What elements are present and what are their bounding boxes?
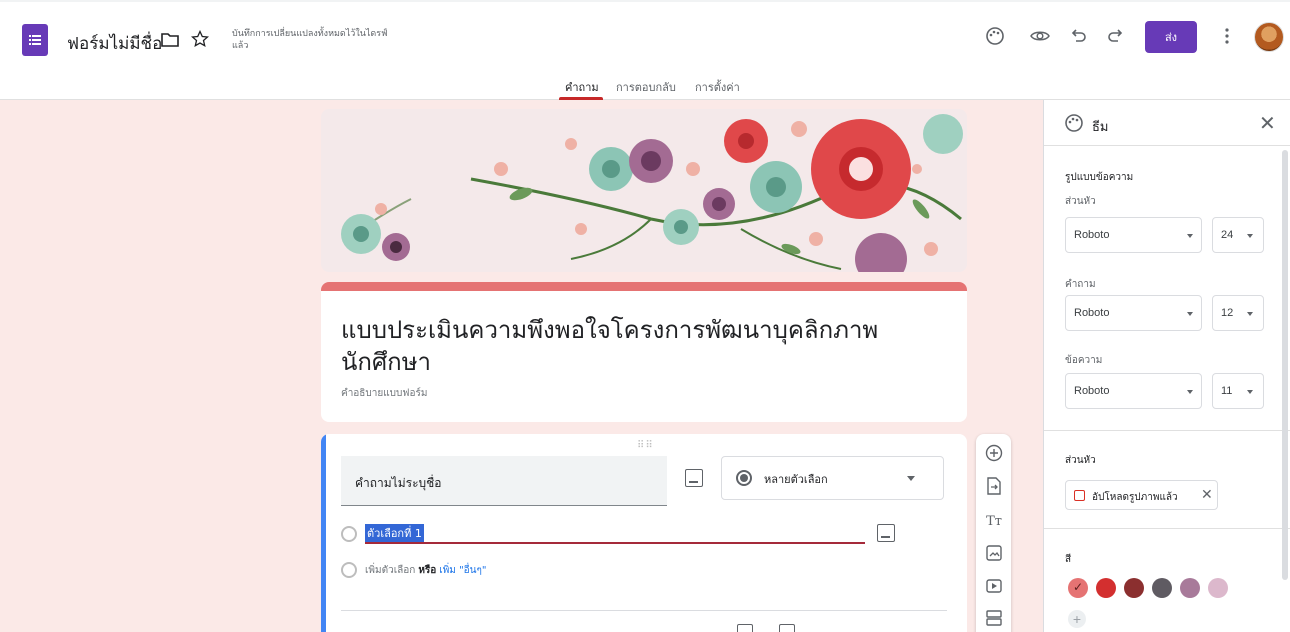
text-font-label: ข้อความ [1065, 355, 1103, 366]
uploaded-image-chip[interactable]: อัปโหลดรูปภาพแล้ว ✕ [1065, 480, 1218, 510]
color-swatch-gray[interactable] [1152, 578, 1172, 598]
add-video-icon[interactable] [985, 577, 1003, 595]
header-font-value: Roboto [1074, 229, 1110, 241]
header-banner-image [321, 109, 967, 272]
add-other-link[interactable]: เพิ่ม "อื่นๆ" [439, 565, 486, 576]
add-section-icon[interactable] [985, 609, 1003, 627]
question-font-select[interactable]: Roboto [1065, 295, 1202, 331]
folder-icon[interactable] [158, 28, 182, 52]
header-font-select[interactable]: Roboto [1065, 217, 1202, 253]
question-font-label: คำถาม [1065, 279, 1096, 290]
question-size-select[interactable]: 12 [1212, 295, 1264, 331]
form-name[interactable]: ฟอร์มไม่มีชื่อ [67, 30, 162, 57]
add-custom-color-icon[interactable]: + [1068, 610, 1086, 628]
text-size-select[interactable]: 11 [1212, 373, 1264, 409]
question-size-value: 12 [1221, 307, 1234, 319]
question-card[interactable]: ⠿⠿ คำถามไม่ระบุชื่อ หลายตัวเลือก ตัวเลือ… [321, 434, 967, 632]
redo-icon[interactable] [1103, 24, 1127, 48]
active-tab-indicator [559, 97, 603, 100]
form-heading[interactable]: แบบประเมินความพึงพอใจโครงการพัฒนาบุคลิกภ… [341, 314, 941, 378]
star-icon[interactable] [188, 27, 212, 51]
add-image-icon[interactable] [685, 469, 703, 487]
form-title-card[interactable]: แบบประเมินความพึงพอใจโครงการพัฒนาบุคลิกภ… [321, 282, 967, 422]
form-description[interactable]: คำอธิบายแบบฟอร์ม [341, 386, 427, 401]
send-button[interactable]: ส่ง [1145, 21, 1197, 53]
add-image-toolbar-icon[interactable] [985, 544, 1003, 562]
color-swatch-coral[interactable] [1068, 578, 1088, 598]
question-footer-divider [341, 610, 947, 611]
add-title-icon[interactable]: Tт [985, 512, 1003, 530]
delete-icon[interactable] [779, 624, 795, 632]
top-bar: ฟอร์มไม่มีชื่อ บันทึกการเปลี่ยนแปลงทั้งห… [0, 0, 1290, 100]
panel-divider [1044, 528, 1290, 529]
radio-type-icon [736, 470, 752, 486]
chevron-down-icon [1247, 234, 1253, 238]
theme-panel-header: ธีม ✕ [1044, 100, 1290, 146]
text-font-value: Roboto [1074, 385, 1110, 397]
tab-questions[interactable]: คำถาม [565, 78, 599, 96]
option-1-input[interactable]: ตัวเลือกที่ 1 [365, 522, 865, 544]
tab-bar: คำถาม การตอบกลับ การตั้งค่า [0, 76, 1290, 100]
palette-icon [1062, 111, 1086, 135]
preview-icon[interactable] [1028, 24, 1052, 48]
add-question-icon[interactable] [985, 444, 1003, 462]
palette-icon[interactable] [983, 24, 1007, 48]
undo-icon[interactable] [1067, 24, 1091, 48]
question-title-text: คำถามไม่ระบุชื่อ [355, 476, 442, 490]
option-radio-icon [341, 526, 357, 542]
panel-divider [1044, 430, 1290, 431]
color-swatch-mauve[interactable] [1180, 578, 1200, 598]
question-type-label: หลายตัวเลือก [764, 473, 828, 486]
uploaded-image-text: อัปโหลดรูปภาพแล้ว [1092, 492, 1178, 503]
panel-scrollbar[interactable] [1282, 150, 1288, 580]
add-option-link[interactable]: เพิ่มตัวเลือก [365, 565, 415, 576]
import-questions-icon[interactable] [985, 477, 1003, 495]
or-text: หรือ [418, 565, 437, 576]
tab-settings[interactable]: การตั้งค่า [695, 78, 740, 96]
question-type-select[interactable]: หลายตัวเลือก [721, 456, 944, 500]
close-icon[interactable]: ✕ [1259, 111, 1276, 136]
floating-toolbar: Tт [976, 434, 1011, 632]
chevron-down-icon [1247, 312, 1253, 316]
drag-handle-icon[interactable]: ⠿⠿ [637, 440, 654, 451]
text-font-select[interactable]: Roboto [1065, 373, 1202, 409]
chevron-down-icon [1187, 312, 1193, 316]
tab-responses[interactable]: การตอบกลับ [616, 78, 676, 96]
color-label: สี [1065, 554, 1072, 565]
add-option-row: เพิ่มตัวเลือก หรือ เพิ่ม "อื่นๆ" [365, 563, 487, 578]
saved-note: บันทึกการเปลี่ยนแปลงทั้งหมดไว้ในไดรฟ์แล้… [232, 29, 388, 51]
theme-panel: ธีม ✕ รูปแบบข้อความ ส่วนหัว Roboto 24 คำ… [1043, 100, 1290, 632]
color-swatch-red[interactable] [1096, 578, 1116, 598]
header-size-value: 24 [1221, 229, 1234, 241]
theme-panel-title: ธีม [1092, 120, 1109, 135]
add-option-radio-icon [341, 562, 357, 578]
theme-color-strip [321, 282, 967, 291]
header-image-label: ส่วนหัว [1065, 455, 1096, 466]
question-title-input[interactable]: คำถามไม่ระบุชื่อ [341, 456, 667, 506]
question-font-value: Roboto [1074, 307, 1110, 319]
duplicate-icon[interactable] [737, 624, 753, 632]
active-card-indicator [321, 434, 326, 632]
color-swatch-pink[interactable] [1208, 578, 1228, 598]
chevron-down-icon [1187, 390, 1193, 394]
header-font-label: ส่วนหัว [1065, 196, 1096, 207]
chevron-down-icon [1187, 234, 1193, 238]
forms-app-icon[interactable] [22, 24, 48, 56]
avatar[interactable] [1254, 22, 1284, 52]
image-icon [1074, 490, 1085, 501]
chevron-down-icon [907, 476, 915, 481]
color-swatch-maroon[interactable] [1124, 578, 1144, 598]
option-image-icon[interactable] [877, 524, 895, 542]
option-1-text: ตัวเลือกที่ 1 [365, 524, 424, 542]
text-size-value: 11 [1221, 385, 1233, 397]
more-icon[interactable] [1215, 24, 1239, 48]
remove-image-icon[interactable]: ✕ [1201, 486, 1213, 503]
top-line [0, 0, 1290, 2]
header-size-select[interactable]: 24 [1212, 217, 1264, 253]
text-style-label: รูปแบบข้อความ [1065, 172, 1134, 183]
chevron-down-icon [1247, 390, 1253, 394]
